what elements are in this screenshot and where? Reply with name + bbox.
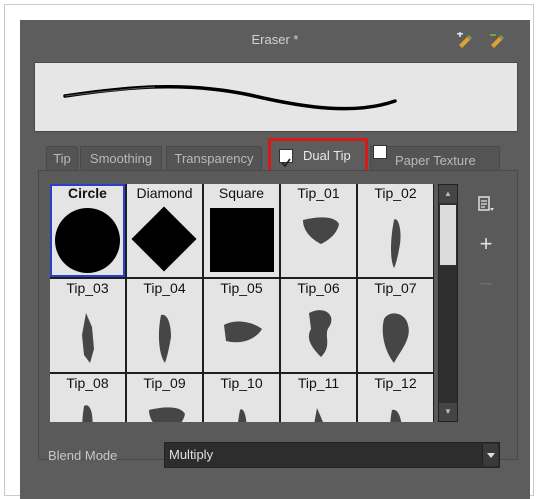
stroke-preview bbox=[34, 62, 518, 132]
tip-label: Tip_06 bbox=[297, 280, 340, 296]
tip-cell-tip_09[interactable]: Tip_09 bbox=[127, 374, 202, 422]
tip-cell-tip_11[interactable]: Tip_11 bbox=[281, 374, 356, 422]
scroll-thumb[interactable] bbox=[440, 205, 456, 265]
tip-label: Tip_02 bbox=[374, 185, 417, 201]
tip-texture-icon bbox=[82, 405, 93, 422]
tab-tip[interactable]: Tip bbox=[46, 146, 78, 170]
tip-library-grid: Circle Diamond Square Tip_01 Tip_02 Tip_03 Tip… bbox=[50, 184, 434, 422]
paper-texture-checkbox[interactable] bbox=[373, 145, 387, 159]
tip-cell-circle[interactable]: Circle bbox=[50, 184, 125, 277]
tip-menu-button[interactable] bbox=[474, 192, 498, 216]
dual-tip-checkbox[interactable] bbox=[279, 149, 293, 168]
tip-texture-icon bbox=[149, 407, 185, 422]
tab-transparency[interactable]: Transparency bbox=[166, 146, 262, 170]
tip-cell-tip_05[interactable]: Tip_05 bbox=[204, 279, 279, 372]
add-tip-button[interactable]: + bbox=[474, 232, 498, 256]
tip-texture-icon bbox=[314, 408, 323, 422]
tip-texture-icon bbox=[224, 321, 262, 343]
tip-texture-icon bbox=[82, 313, 94, 363]
add-preset-icon[interactable] bbox=[456, 32, 474, 48]
checkmark-icon bbox=[281, 158, 291, 168]
diamond-shape-icon bbox=[131, 206, 197, 272]
tip-label: Square bbox=[218, 185, 265, 201]
tip-label: Tip_08 bbox=[66, 375, 109, 391]
tip-cell-tip_12[interactable]: Tip_12 bbox=[358, 374, 433, 422]
remove-tip-button[interactable]: − bbox=[474, 272, 498, 296]
menu-icon bbox=[478, 196, 494, 211]
tip-cell-diamond[interactable]: Diamond bbox=[127, 184, 202, 277]
square-shape-icon bbox=[210, 208, 274, 272]
tip-texture-icon bbox=[390, 409, 402, 422]
circle-shape-icon bbox=[55, 208, 120, 273]
tip-label: Tip_01 bbox=[297, 185, 340, 201]
tip-label: Circle bbox=[68, 185, 107, 201]
tip-cell-tip_07[interactable]: Tip_07 bbox=[358, 279, 433, 372]
tip-label: Tip_03 bbox=[66, 280, 109, 296]
tip-cell-square[interactable]: Square bbox=[204, 184, 279, 277]
tip-cell-tip_01[interactable]: Tip_01 bbox=[281, 184, 356, 277]
tip-texture-icon bbox=[238, 409, 247, 422]
tab-smoothing[interactable]: Smoothing bbox=[80, 146, 162, 170]
blend-mode-select[interactable]: Multiply bbox=[164, 442, 500, 468]
tip-cell-tip_10[interactable]: Tip_10 bbox=[204, 374, 279, 422]
tab-paper-texture[interactable]: Paper Texture bbox=[370, 145, 500, 170]
tip-cell-tip_06[interactable]: Tip_06 bbox=[281, 279, 356, 372]
tip-label: Tip_04 bbox=[143, 280, 186, 296]
stroke-preview-icon bbox=[63, 84, 397, 111]
brush-properties-panel: Eraser * Tip Smoothing Transparency Dual… bbox=[20, 20, 530, 499]
tip-label: Tip_07 bbox=[374, 280, 417, 296]
tip-cell-tip_03[interactable]: Tip_03 bbox=[50, 279, 125, 372]
tab-dual-tip-label: Dual Tip bbox=[303, 148, 351, 163]
tip-cell-tip_02[interactable]: Tip_02 bbox=[358, 184, 433, 277]
blend-mode-label: Blend Mode bbox=[48, 448, 118, 463]
tip-texture-icon bbox=[391, 219, 401, 268]
rename-preset-icon[interactable] bbox=[488, 32, 506, 48]
tip-texture-icon bbox=[382, 313, 409, 363]
tip-texture-icon bbox=[308, 310, 332, 357]
tip-cell-tip_08[interactable]: Tip_08 bbox=[50, 374, 125, 422]
panel-title: Eraser * bbox=[251, 32, 299, 47]
tip-label: Diamond bbox=[136, 185, 193, 201]
tip-texture-icon bbox=[303, 217, 339, 244]
tab-dual-tip[interactable]: Dual Tip bbox=[268, 138, 368, 174]
scroll-up-arrow-icon[interactable]: ▲ bbox=[439, 185, 457, 203]
tip-label: Tip_12 bbox=[374, 375, 417, 391]
tip-grid-scrollbar[interactable]: ▲ ▼ bbox=[438, 184, 458, 422]
tip-label: Tip_11 bbox=[297, 375, 340, 391]
tip-cell-tip_04[interactable]: Tip_04 bbox=[127, 279, 202, 372]
tip-texture-icon bbox=[158, 314, 171, 363]
tip-label: Tip_10 bbox=[220, 375, 263, 391]
scroll-down-arrow-icon[interactable]: ▼ bbox=[439, 403, 457, 421]
tip-label: Tip_05 bbox=[220, 280, 263, 296]
chevron-down-icon[interactable] bbox=[482, 444, 498, 466]
tip-label: Tip_09 bbox=[143, 375, 186, 391]
